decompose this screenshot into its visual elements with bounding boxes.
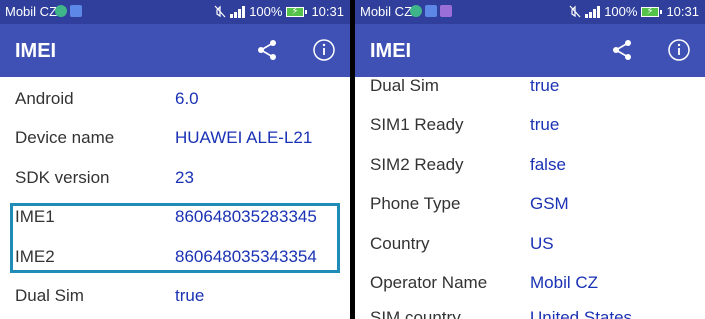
info-row-sim-country: SIM country United States [355,303,705,319]
info-row-android: Android 6.0 [0,84,350,114]
status-right: 100% ⚡ 10:31 [214,4,344,19]
row-label: Country [370,234,430,253]
row-value: 23 [175,168,194,187]
app-title: IMEI [15,40,57,62]
notification-icons [410,5,452,17]
status-right: 100% ⚡ 10:31 [569,4,699,19]
row-label: Dual Sim [370,76,439,95]
battery-percent: 100% [604,4,638,19]
message-notification-icon [70,5,82,17]
info-row-phone-type: Phone Type GSM [355,189,705,219]
info-row-sim1-ready: SIM1 Ready true [355,110,705,140]
row-label: SIM2 Ready [370,155,464,174]
row-label: Device name [15,128,115,147]
row-label: SIM1 Ready [370,115,464,134]
row-value: true [530,76,560,95]
battery-charging-icon: ⚡ [641,6,663,17]
row-value: United States [530,308,633,319]
mute-icon [214,5,226,18]
row-label: Dual Sim [15,286,84,305]
share-icon[interactable] [610,38,634,62]
app-title: IMEI [370,40,412,62]
row-value: false [530,155,566,174]
message-notification-icon [425,5,437,17]
carrier-name: Mobil CZ [5,4,58,19]
row-label: Android [15,89,74,108]
row-value: 6.0 [175,89,199,108]
info-row-dual-sim: Dual Sim true [0,281,350,311]
share-icon[interactable] [255,38,279,62]
row-value: 860648035343354 [175,247,317,266]
info-row-ime1: IME1 860648035283345 [0,202,350,232]
battery-percent: 100% [249,4,283,19]
status-bar: Mobil CZ 100% ⚡ 10:31 [0,0,350,24]
clock: 10:31 [311,4,344,19]
row-value: GSM [530,194,569,213]
row-label: IME2 [15,247,55,266]
info-row-ime2: IME2 860648035343354 [0,242,350,272]
app-bar: IMEI [0,24,350,77]
row-value: Mobil CZ [530,273,599,292]
right-phone-screen: Mobil CZ 100% ⚡ 10:31 IMEI Dual Sim true… [355,0,705,319]
carrier-name: Mobil CZ [360,4,413,19]
app-notification-icon [410,5,422,17]
info-icon[interactable] [667,38,691,62]
row-value: HUAWEI ALE-L21 [175,128,313,147]
info-row-country: Country US [355,229,705,259]
row-label: Phone Type [370,194,461,213]
left-phone-screen: Mobil CZ 100% ⚡ 10:31 IMEI Android 6.0 D… [0,0,350,319]
clock: 10:31 [666,4,699,19]
battery-charging-icon: ⚡ [286,6,308,17]
gallery-notification-icon [440,5,452,17]
app-bar: IMEI [355,24,705,77]
row-label: Operator Name [370,273,488,292]
info-row-device-name: Device name HUAWEI ALE-L21 [0,123,350,153]
mute-icon [569,5,581,18]
info-row-sdk-version: SDK version 23 [0,163,350,193]
row-value: 860648035283345 [175,207,317,226]
status-bar: Mobil CZ 100% ⚡ 10:31 [355,0,705,24]
row-label: IME1 [15,207,55,226]
info-row-dual-sim: Dual Sim true [355,71,705,101]
row-value: US [530,234,554,253]
row-label: SDK version [15,168,110,187]
row-value: true [175,286,205,305]
info-icon[interactable] [312,38,336,62]
notification-icons [55,5,82,17]
signal-icon [230,5,246,18]
info-row-operator-name: Operator Name Mobil CZ [355,268,705,298]
signal-icon [585,5,601,18]
app-notification-icon [55,5,67,17]
info-row-sim2-ready: SIM2 Ready false [355,150,705,180]
row-label: SIM country [370,308,461,319]
row-value: true [530,115,560,134]
